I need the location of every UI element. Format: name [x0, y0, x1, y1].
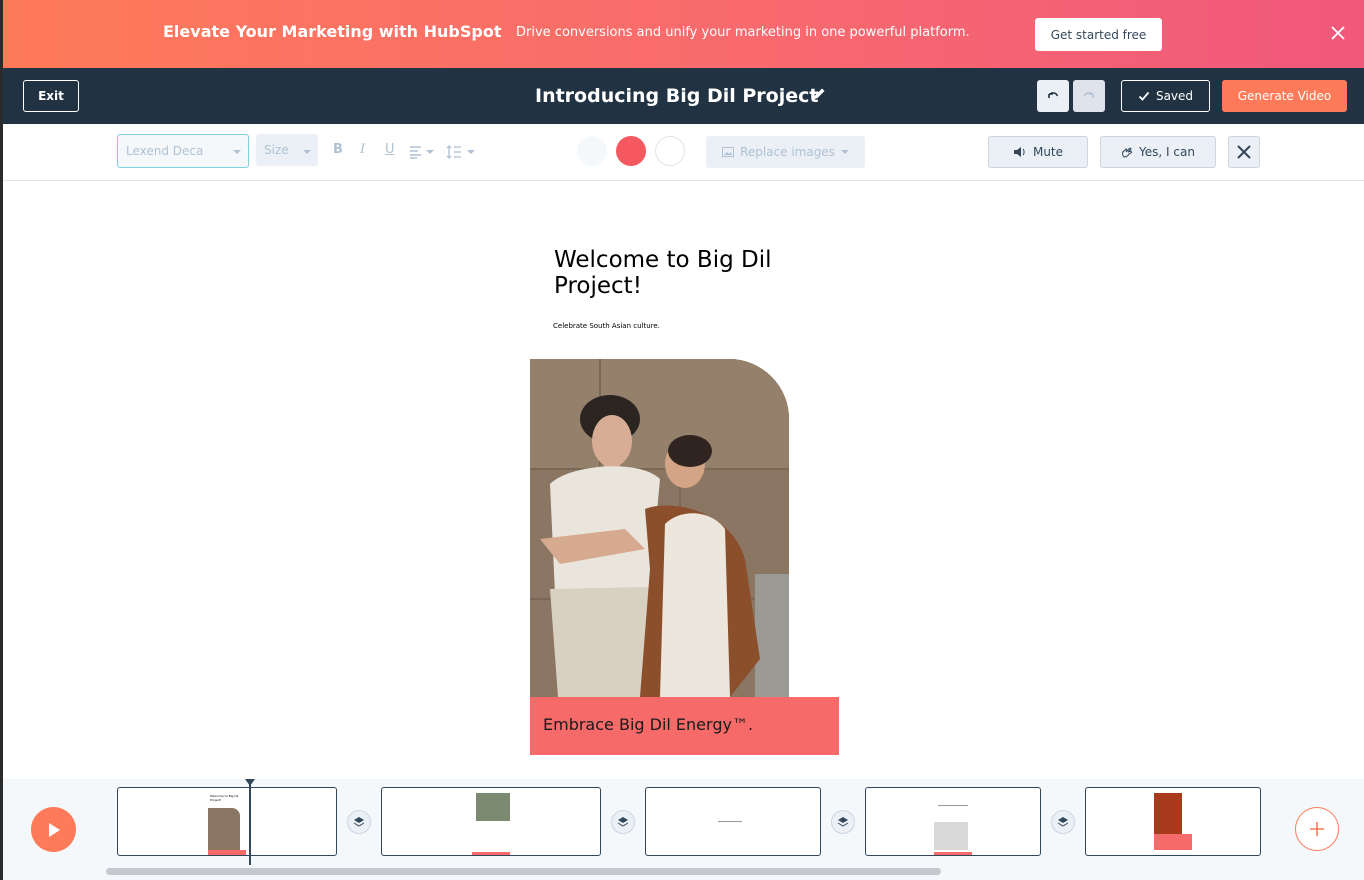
thumbnail-image	[208, 808, 240, 850]
transition-button[interactable]	[1051, 810, 1075, 834]
mute-button[interactable]: Mute	[988, 136, 1088, 168]
banner-subtitle: Drive conversions and unify your marketi…	[516, 25, 970, 40]
replace-images-button[interactable]: Replace images	[706, 136, 865, 168]
formatting-toolbar: Lexend Deca Size B I U Replace images Mu…	[3, 124, 1364, 181]
page-title: Introducing Big Dil Project	[535, 85, 819, 107]
redo-button[interactable]	[1073, 80, 1105, 112]
generate-video-button[interactable]: Generate Video	[1222, 80, 1347, 112]
thumbnail-caption-bar	[1154, 834, 1192, 850]
slide-heading[interactable]: Welcome to Big Dil Project!	[554, 247, 814, 299]
mute-label: Mute	[1032, 145, 1064, 159]
color-swatch-light[interactable]	[577, 136, 607, 166]
timeline: Welcome to Big Dil Project!	[3, 779, 1364, 880]
slide-thumbnail-3[interactable]	[645, 787, 821, 856]
promo-banner: Elevate Your Marketing with HubSpot Driv…	[3, 0, 1364, 68]
plus-icon	[1310, 822, 1324, 836]
close-toolbar-button[interactable]	[1228, 136, 1260, 168]
play-icon	[48, 822, 60, 837]
pencil-icon[interactable]	[811, 86, 827, 102]
font-family-select[interactable]: Lexend Deca	[117, 134, 249, 168]
playhead[interactable]	[249, 779, 251, 865]
transition-button[interactable]	[611, 810, 635, 834]
check-icon	[1138, 91, 1150, 101]
thumbnail-text-line	[718, 821, 742, 822]
undo-button[interactable]	[1037, 80, 1069, 112]
chevron-down-icon	[303, 150, 311, 154]
image-icon	[722, 147, 735, 157]
yes-i-can-button[interactable]: Yes, I can	[1100, 136, 1216, 168]
thumbnail-image	[934, 822, 968, 850]
transition-button[interactable]	[347, 810, 371, 834]
thumbnail-caption-bar	[208, 850, 246, 855]
slide-photo[interactable]	[530, 359, 789, 697]
color-swatch-white[interactable]	[655, 136, 685, 166]
thumbnail-image	[1154, 793, 1182, 835]
thumbnail-caption-bar	[472, 852, 510, 855]
add-slide-button[interactable]	[1295, 807, 1339, 851]
thumbnail-text-line	[938, 805, 968, 806]
replace-images-label: Replace images	[740, 145, 835, 159]
italic-button[interactable]: I	[360, 142, 365, 157]
banner-title: Elevate Your Marketing with HubSpot	[163, 22, 502, 41]
yes-i-can-label: Yes, I can	[1139, 145, 1195, 159]
slide-thumbnail-1[interactable]: Welcome to Big Dil Project!	[117, 787, 337, 856]
align-icon[interactable]	[409, 144, 437, 163]
saved-button[interactable]: Saved	[1121, 80, 1210, 112]
slide-caption-box[interactable]: Embrace Big Dil Energy™.	[530, 697, 839, 755]
layers-icon	[837, 817, 849, 827]
timeline-scrollbar[interactable]	[106, 868, 941, 875]
speaker-icon	[1013, 147, 1025, 157]
get-started-button[interactable]: Get started free	[1035, 18, 1162, 51]
chevron-down-icon	[840, 150, 849, 154]
slide-thumbnail-5[interactable]	[1085, 787, 1261, 856]
close-icon[interactable]	[1329, 24, 1347, 42]
undo-icon	[1048, 92, 1059, 98]
line-spacing-icon[interactable]	[446, 144, 478, 163]
thumbnail-title: Welcome to Big Dil Project!	[210, 794, 239, 802]
layers-icon	[1057, 817, 1069, 827]
close-icon	[1237, 145, 1251, 159]
play-button[interactable]	[31, 807, 76, 852]
editor-header: Exit Introducing Big Dil Project Saved G…	[3, 68, 1364, 124]
thumbnail-caption-bar	[934, 852, 972, 855]
slide-canvas[interactable]: Welcome to Big Dil Project! Celebrate So…	[3, 181, 1364, 779]
bold-button[interactable]: B	[333, 142, 343, 157]
thumbnail-image	[476, 793, 510, 821]
saved-label: Saved	[1155, 89, 1194, 103]
chevron-down-icon	[233, 150, 241, 154]
underline-button[interactable]: U	[385, 142, 395, 157]
slide-thumbnail-4[interactable]	[865, 787, 1041, 856]
redo-icon	[1083, 92, 1094, 98]
exit-button[interactable]: Exit	[23, 80, 79, 112]
layers-icon	[353, 817, 365, 827]
slide-caption[interactable]: Embrace Big Dil Energy™.	[543, 715, 753, 734]
layers-icon	[617, 817, 629, 827]
slide-subheading[interactable]: Celebrate South Asian culture.	[553, 322, 660, 330]
hand-icon	[1122, 147, 1133, 158]
slide-thumbnail-2[interactable]	[381, 787, 601, 856]
transition-button[interactable]	[831, 810, 855, 834]
color-swatch-coral[interactable]	[616, 136, 646, 166]
